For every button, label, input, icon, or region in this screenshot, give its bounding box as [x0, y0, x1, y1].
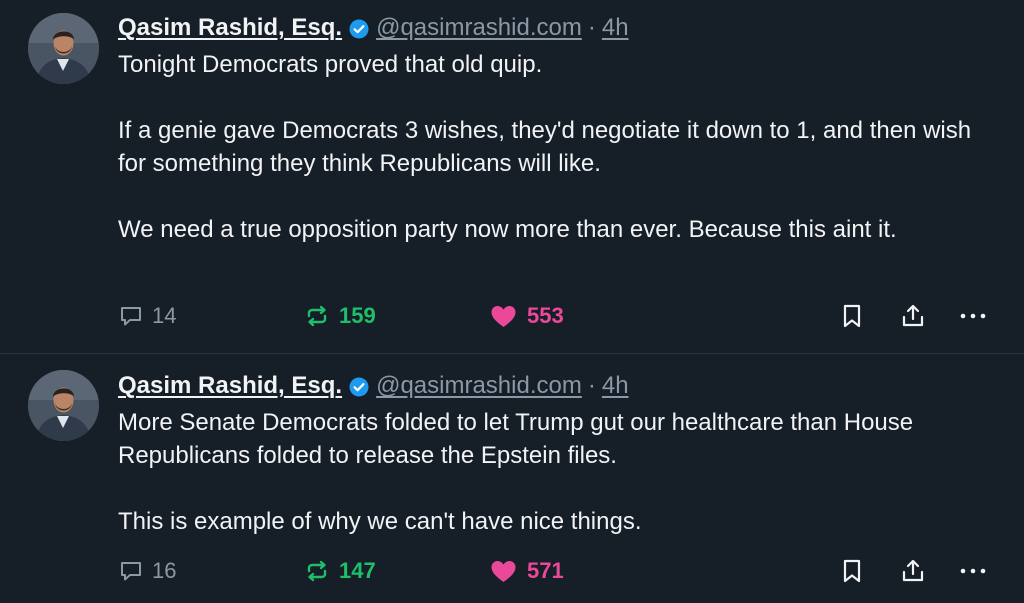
more-options-button[interactable]	[958, 556, 988, 586]
verified-badge-icon	[349, 18, 369, 39]
author-handle[interactable]: @qasimrashid.com	[376, 14, 582, 42]
post-paragraph: This is example of why we can't have nic…	[118, 508, 642, 535]
like-button[interactable]: 553	[490, 301, 564, 331]
avatar[interactable]	[28, 370, 99, 441]
share-button[interactable]	[900, 556, 926, 586]
avatar[interactable]	[28, 13, 99, 84]
repost-button[interactable]: 147	[304, 556, 376, 586]
repost-icon	[304, 303, 330, 329]
reply-button[interactable]: 14	[118, 301, 176, 331]
feed: Qasim Rashid, Esq. @qasimrashid.com · 4h…	[0, 0, 1024, 603]
author-name[interactable]: Qasim Rashid, Esq.	[118, 14, 342, 42]
like-count: 571	[527, 558, 564, 583]
share-icon	[900, 303, 926, 329]
like-count: 553	[527, 303, 564, 328]
author-handle[interactable]: @qasimrashid.com	[376, 372, 582, 400]
repost-count: 159	[339, 303, 376, 328]
post-timestamp[interactable]: 4h	[602, 14, 629, 42]
separator-dot: ·	[587, 372, 596, 399]
bookmark-icon	[840, 303, 864, 329]
post-timestamp[interactable]: 4h	[602, 372, 629, 400]
post-header: Qasim Rashid, Esq. @qasimrashid.com · 4h	[118, 12, 1024, 44]
bookmark-button[interactable]	[840, 556, 864, 586]
post-paragraph: Tonight Democrats proved that old quip.	[118, 51, 543, 78]
post-paragraph: More Senate Democrats folded to let Trum…	[118, 409, 914, 469]
share-icon	[900, 558, 926, 584]
post-paragraph: We need a true opposition party now more…	[118, 216, 897, 243]
bookmark-icon	[840, 558, 864, 584]
post-text: Tonight Democrats proved that old quip. …	[118, 48, 998, 246]
post-actions: 16 147 571	[118, 556, 998, 586]
more-dots-icon	[958, 303, 988, 329]
reply-count: 14	[152, 303, 177, 328]
verified-badge-icon	[349, 376, 369, 397]
more-options-button[interactable]	[958, 301, 988, 331]
author-name[interactable]: Qasim Rashid, Esq.	[118, 372, 342, 400]
repost-icon	[304, 558, 330, 584]
repost-count: 147	[339, 558, 376, 583]
reply-bubble-icon	[118, 558, 144, 584]
post-paragraph: If a genie gave Democrats 3 wishes, they…	[118, 117, 972, 177]
like-button[interactable]: 571	[490, 556, 564, 586]
bookmark-button[interactable]	[840, 301, 864, 331]
post-actions: 14 159 553	[118, 301, 998, 331]
post-text: More Senate Democrats folded to let Trum…	[118, 406, 998, 538]
more-dots-icon	[958, 558, 988, 584]
heart-icon	[490, 304, 517, 329]
post-header: Qasim Rashid, Esq. @qasimrashid.com · 4h	[118, 370, 1024, 402]
heart-icon	[490, 559, 517, 584]
share-button[interactable]	[900, 301, 926, 331]
reply-bubble-icon	[118, 303, 144, 329]
separator-dot: ·	[587, 14, 596, 41]
reply-count: 16	[152, 558, 177, 583]
reply-button[interactable]: 16	[118, 556, 176, 586]
repost-button[interactable]: 159	[304, 301, 376, 331]
